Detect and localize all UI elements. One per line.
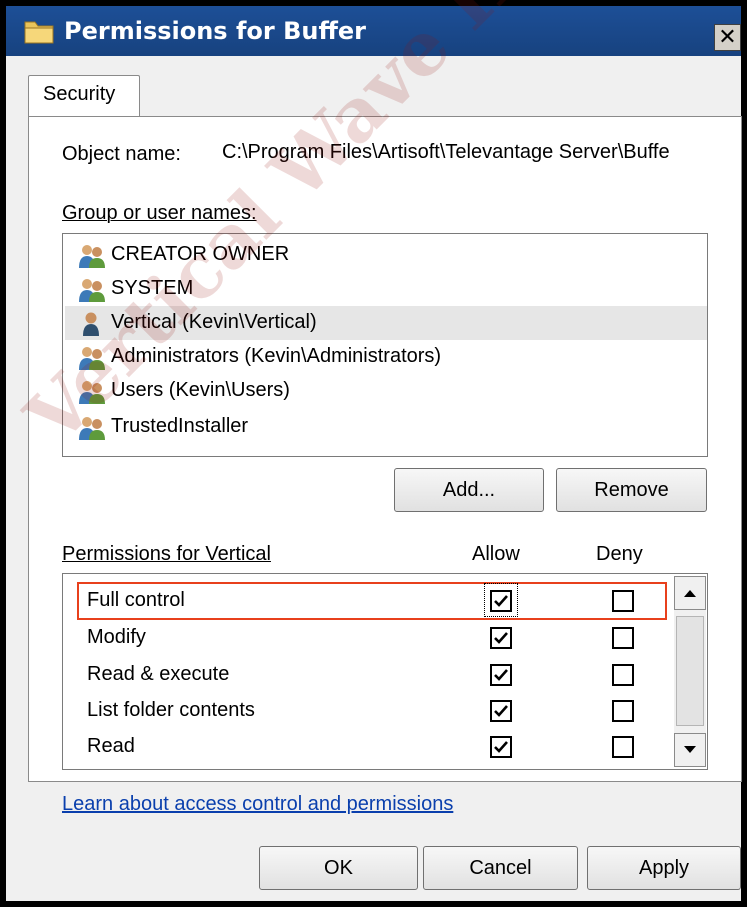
user-row-users[interactable]: Users (Kevin\Users): [65, 374, 707, 408]
permissions-scrollbar[interactable]: [674, 576, 706, 767]
permission-row-modify: Modify: [63, 620, 671, 656]
focus-rectangle: [484, 583, 518, 617]
group-icon: [79, 417, 105, 440]
object-name-value: C:\Program Files\Artisoft\Televantage Se…: [222, 141, 670, 163]
allow-checkbox[interactable]: [490, 664, 512, 686]
permission-name: Read: [87, 735, 135, 757]
arrow-up-icon: [684, 590, 696, 597]
tab-security[interactable]: Security: [28, 75, 140, 117]
user-row-system[interactable]: SYSTEM: [65, 272, 707, 306]
title-bar[interactable]: Permissions for Buffer ✕: [6, 6, 741, 56]
arrow-down-icon: [684, 746, 696, 753]
object-name-value-wrap: C:\Program Files\Artisoft\Televantage Se…: [222, 141, 714, 171]
remove-button[interactable]: Remove: [556, 468, 707, 512]
checkmark-icon: [494, 705, 508, 717]
tab-security-label: Security: [43, 83, 116, 105]
full-control-highlight: [77, 582, 667, 620]
apply-button[interactable]: Apply: [587, 846, 741, 890]
add-button-label: Add...: [442, 478, 496, 501]
user-name: Vertical (Kevin\Vertical): [111, 311, 317, 333]
scroll-down-button[interactable]: [674, 733, 706, 767]
checkmark-icon: [494, 632, 508, 644]
allow-checkbox[interactable]: [490, 736, 512, 758]
add-button[interactable]: Add...: [394, 468, 544, 512]
deny-checkbox[interactable]: [612, 700, 634, 722]
user-row-creator-owner[interactable]: CREATOR OWNER: [65, 238, 707, 272]
user-name: Administrators (Kevin\Administrators): [111, 345, 442, 367]
ok-button[interactable]: OK: [259, 846, 418, 890]
scroll-up-button[interactable]: [674, 576, 706, 610]
deny-checkbox[interactable]: [612, 664, 634, 686]
user-row-trustedinstaller[interactable]: TrustedInstaller: [65, 410, 707, 444]
group-icon: [79, 279, 105, 302]
checkmark-icon: [494, 741, 508, 753]
group-icon: [79, 347, 105, 370]
deny-checkbox[interactable]: [612, 736, 634, 758]
user-name: CREATOR OWNER: [111, 243, 290, 265]
cancel-button[interactable]: Cancel: [423, 846, 578, 890]
folder-icon: [24, 21, 54, 44]
user-row-vertical[interactable]: Vertical (Kevin\Vertical): [65, 306, 707, 340]
allow-header: Allow: [472, 543, 520, 565]
permission-name: List folder contents: [87, 699, 255, 721]
group-user-names-label: Group or user names:: [62, 202, 257, 224]
permissions-label: Permissions for Vertical: [62, 543, 271, 565]
permission-name: Modify: [87, 626, 146, 648]
permission-row-list-folder-contents: List folder contents: [63, 693, 671, 729]
close-icon: ✕: [718, 24, 737, 50]
scroll-thumb[interactable]: [676, 616, 704, 726]
remove-button-label: Remove: [594, 478, 669, 501]
user-list[interactable]: CREATOR OWNER SYSTEM Vertical (Kevin\Ver…: [62, 233, 708, 457]
allow-checkbox[interactable]: [490, 700, 512, 722]
permission-row-read: Read: [63, 729, 671, 765]
checkmark-icon: [494, 669, 508, 681]
permission-row-read-execute: Read & execute: [63, 657, 671, 693]
user-name: Users (Kevin\Users): [111, 379, 290, 401]
user-icon: [83, 312, 99, 336]
object-name-label: Object name:: [62, 143, 181, 165]
deny-checkbox[interactable]: [612, 627, 634, 649]
cancel-button-label: Cancel: [469, 856, 532, 879]
apply-button-label: Apply: [638, 856, 690, 879]
user-name: SYSTEM: [111, 277, 194, 299]
close-button[interactable]: ✕: [714, 24, 741, 51]
group-icon: [79, 245, 105, 268]
ok-button-label: OK: [324, 856, 353, 879]
deny-header: Deny: [596, 543, 643, 565]
user-row-administrators[interactable]: Administrators (Kevin\Administrators): [65, 340, 707, 374]
user-name: TrustedInstaller: [111, 415, 249, 437]
group-icon: [79, 381, 105, 404]
learn-more-link[interactable]: Learn about access control and permissio…: [62, 793, 453, 816]
window-title: Permissions for Buffer: [64, 17, 367, 45]
permission-name: Read & execute: [87, 663, 230, 685]
allow-checkbox[interactable]: [490, 627, 512, 649]
